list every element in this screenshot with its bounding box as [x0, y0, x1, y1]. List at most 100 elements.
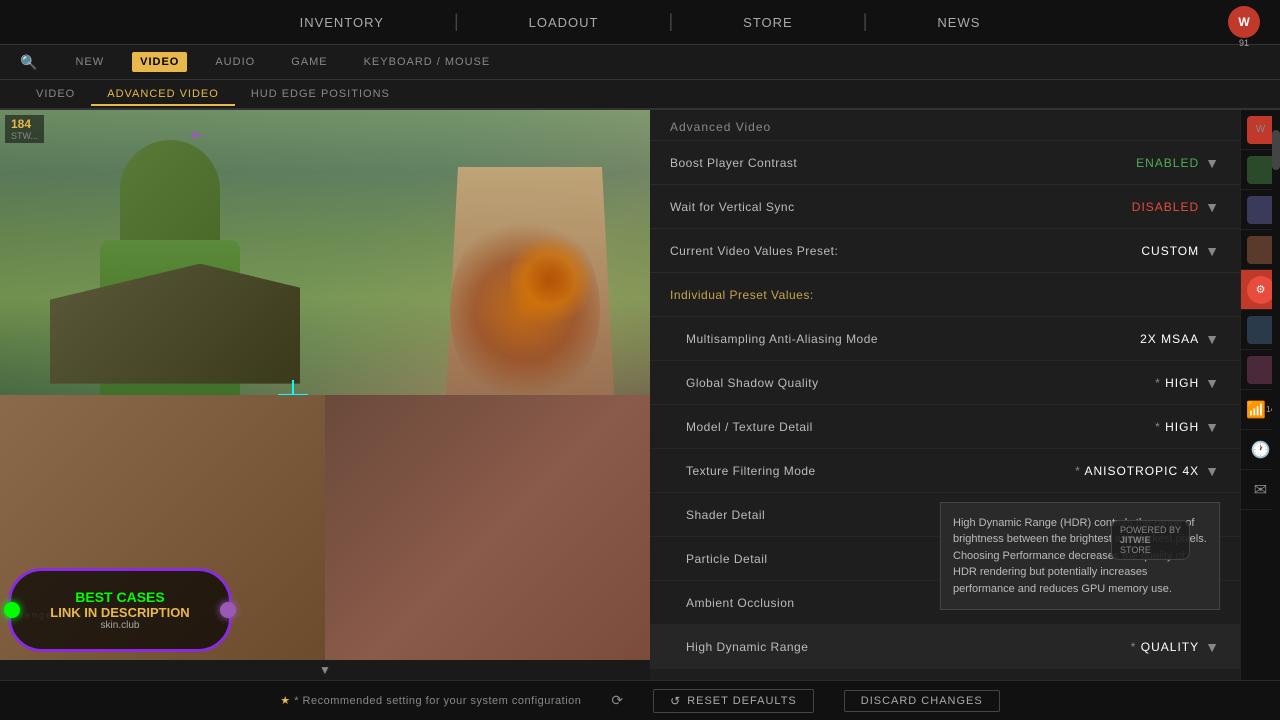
chevron-down-icon: ▼	[319, 663, 331, 677]
setting-texture[interactable]: Model / Texture Detail HIGH ▼	[650, 405, 1240, 449]
main-layout: 184 STW... ➜ range view: BEST CASES LINK	[0, 110, 1280, 680]
shader-label: Shader Detail	[686, 508, 765, 522]
individual-preset-label: Individual Preset Values:	[670, 288, 814, 302]
sub-tab-video[interactable]: VIDEO	[20, 84, 91, 106]
avatar-icon: W	[1228, 6, 1260, 38]
sidebar-icon-image-4	[1247, 236, 1275, 264]
setting-ao[interactable]: Ambient Occlusion MEDIUM ▼	[650, 581, 1240, 625]
chevron-down-icon: ▼	[1205, 639, 1220, 655]
bottom-bar: ★ * Recommended setting for your system …	[0, 680, 1280, 720]
shadow-value: HIGH	[1155, 376, 1199, 390]
texture-label: Model / Texture Detail	[686, 420, 813, 434]
setting-shadow[interactable]: Global Shadow Quality HIGH ▼	[650, 361, 1240, 405]
ao-value: MEDIUM	[1134, 596, 1199, 610]
nav-loadout[interactable]: LOADOUT	[519, 11, 609, 34]
vsync-value: DISABLED	[1132, 200, 1199, 214]
ad-domain: skin.club	[50, 620, 189, 631]
ao-dropdown[interactable]: MEDIUM ▼	[1060, 595, 1220, 611]
reset-defaults-button[interactable]: ↺ RESET DEFAULTS	[653, 689, 814, 713]
preset-value: CUSTOM	[1141, 244, 1199, 258]
preset-label: Current Video Values Preset:	[670, 244, 838, 258]
sidebar-icon-image-3	[1247, 196, 1275, 224]
bottom-bar-icon: ⟳	[611, 692, 623, 709]
search-icon[interactable]: 🔍	[20, 54, 37, 71]
sidebar-icon-image-6	[1247, 356, 1275, 384]
chevron-down-icon: ▼	[1205, 595, 1220, 611]
sidebar-icon-image-2	[1247, 156, 1275, 184]
tab-audio[interactable]: AUDIO	[207, 52, 263, 72]
nav-store[interactable]: STORE	[733, 11, 803, 34]
tab-new[interactable]: NEW	[67, 52, 112, 72]
user-avatar[interactable]: W 91	[1228, 6, 1260, 48]
scroll-down-arrow[interactable]: ▼	[0, 660, 650, 680]
chevron-down-icon: ▼	[1205, 463, 1220, 479]
hdr-value: QUALITY	[1131, 640, 1199, 654]
tab-game[interactable]: GAME	[283, 52, 335, 72]
setting-fsr[interactable]: FidelityFX Super Resolution ▼	[650, 669, 1240, 680]
mail-icon: ✉	[1254, 480, 1267, 500]
hdr-dropdown[interactable]: QUALITY ▼	[1060, 639, 1220, 655]
game-view-panel: 184 STW... ➜ range view: BEST CASES LINK	[0, 110, 650, 680]
texture-dropdown[interactable]: HIGH ▼	[1060, 419, 1220, 435]
sub-tab-hud[interactable]: HUD EDGE POSITIONS	[235, 84, 406, 106]
scrollbar[interactable]	[1272, 110, 1280, 680]
sidebar-active-icon: ⚙	[1247, 276, 1275, 304]
section-title: Advanced Video	[650, 110, 1240, 141]
sub-tab-advanced-video[interactable]: ADVANCED VIDEO	[91, 84, 235, 106]
star-icon: ★	[280, 695, 294, 707]
setting-boost-contrast[interactable]: Boost Player Contrast ENABLED ▼	[650, 141, 1240, 185]
individual-preset-header: Individual Preset Values:	[650, 273, 1240, 317]
settings-tabs-bar: 🔍 NEW VIDEO AUDIO GAME KEYBOARD / MOUSE	[0, 45, 1280, 80]
preset-dropdown[interactable]: CUSTOM ▼	[1060, 243, 1220, 259]
boost-contrast-dropdown[interactable]: ENABLED ▼	[1060, 155, 1220, 171]
rec-text: ★ * Recommended setting for your system …	[280, 694, 581, 707]
ad-banner: BEST CASES LINK IN DESCRIPTION skin.club	[10, 570, 230, 650]
wifi-icon: 📶	[1246, 400, 1266, 420]
score-overlay: 184 STW...	[5, 115, 44, 143]
ad-content: BEST CASES LINK IN DESCRIPTION skin.club	[50, 589, 189, 631]
avatar-count: 91	[1239, 38, 1249, 48]
filtering-dropdown[interactable]: ANISOTROPIC 4X ▼	[1060, 463, 1220, 479]
scrollbar-thumb[interactable]	[1272, 130, 1280, 170]
setting-preset[interactable]: Current Video Values Preset: CUSTOM ▼	[650, 229, 1240, 273]
nav-inventory[interactable]: INVENTORY	[290, 11, 394, 34]
msaa-dropdown[interactable]: 2X MSAA ▼	[1060, 331, 1220, 347]
filtering-value: ANISOTROPIC 4X	[1075, 464, 1199, 478]
shadow-dropdown[interactable]: HIGH ▼	[1060, 375, 1220, 391]
vsync-dropdown[interactable]: DISABLED ▼	[1060, 199, 1220, 215]
nav-news[interactable]: NEWS	[927, 11, 990, 34]
sidebar-icon-image-5	[1247, 316, 1275, 344]
chevron-down-icon: ▼	[1205, 419, 1220, 435]
top-nav: INVENTORY | LOADOUT | STORE | NEWS W 91	[0, 0, 1280, 45]
chevron-down-icon: ▼	[1205, 155, 1220, 171]
reset-label: RESET DEFAULTS	[687, 695, 797, 707]
player-name: STW...	[11, 131, 38, 141]
fire-secondary	[510, 230, 590, 330]
setting-filtering[interactable]: Texture Filtering Mode ANISOTROPIC 4X ▼	[650, 449, 1240, 493]
right-area: Advanced Video Boost Player Contrast ENA…	[650, 110, 1280, 680]
nav-items: INVENTORY | LOADOUT | STORE | NEWS	[290, 11, 991, 34]
setting-hdr[interactable]: High Dynamic Range QUALITY ▼	[650, 625, 1240, 669]
ad-title: BEST CASES	[50, 589, 189, 605]
tab-keyboard-mouse[interactable]: KEYBOARD / MOUSE	[356, 52, 499, 72]
setting-vsync[interactable]: Wait for Vertical Sync DISABLED ▼	[650, 185, 1240, 229]
score-value: 184	[11, 117, 38, 131]
tab-video[interactable]: VIDEO	[132, 52, 187, 72]
chevron-down-icon: ▼	[1205, 243, 1220, 259]
setting-msaa[interactable]: Multisampling Anti-Aliasing Mode 2X MSAA…	[650, 317, 1240, 361]
chevron-down-icon: ▼	[1205, 331, 1220, 347]
msaa-value: 2X MSAA	[1140, 332, 1199, 346]
reset-icon: ↺	[670, 694, 681, 708]
bottom-right-view	[325, 395, 650, 680]
shadow-label: Global Shadow Quality	[686, 376, 819, 390]
chevron-down-icon: ▼	[1205, 375, 1220, 391]
chevron-down-icon: ▼	[1205, 507, 1220, 523]
powered-by-text: POWERED BYJITW!ESTORE	[1120, 525, 1181, 555]
nav-divider-2: |	[668, 11, 673, 34]
discard-changes-button[interactable]: DISCARD CHANGES	[844, 690, 1000, 712]
game-screenshot: 184 STW... ➜ range view: BEST CASES LINK	[0, 110, 650, 680]
ao-label: Ambient Occlusion	[686, 596, 795, 610]
ad-dot-left	[4, 602, 20, 618]
clock-icon: 🕐	[1251, 440, 1271, 460]
discard-label: DISCARD CHANGES	[861, 695, 983, 707]
